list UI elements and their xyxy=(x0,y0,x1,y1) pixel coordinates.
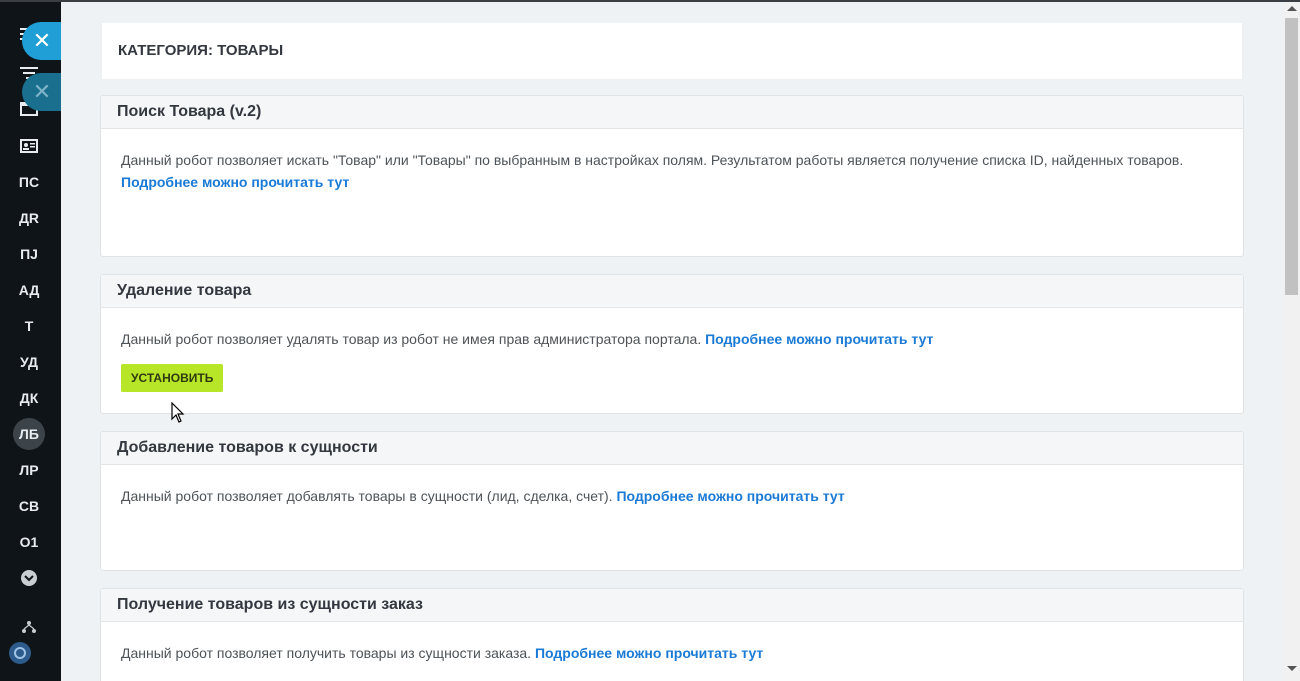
sidebar-item-dk[interactable]: ДК xyxy=(0,390,58,406)
vertical-scrollbar[interactable] xyxy=(1283,2,1300,681)
card-title: Поиск Товара (v.2) xyxy=(101,96,1243,129)
card-text: Данный робот позволяет удалять товар из … xyxy=(121,331,702,347)
card-description: Данный робот позволяет получить товары и… xyxy=(101,622,1243,664)
scroll-up-icon[interactable] xyxy=(1287,6,1297,11)
close-slider-button-secondary[interactable]: ✕ xyxy=(22,73,62,111)
card-title: Получение товаров из сущности заказ xyxy=(101,589,1243,622)
main-content: КАТЕГОРИЯ: ТОВАРЫ Поиск Товара (v.2) Дан… xyxy=(61,2,1283,681)
card-description: Данный робот позволяет удалять товар из … xyxy=(101,308,1243,392)
card-title: Удаление товара xyxy=(101,275,1243,308)
sidebar-item-o1[interactable]: О1 xyxy=(0,534,58,550)
sidebar-item-dr[interactable]: ДR xyxy=(0,210,58,226)
sidebar-item-lb[interactable]: ЛБ xyxy=(13,418,45,450)
sidebar-item-pj[interactable]: ПJ xyxy=(0,246,58,262)
sidebar-item-ud[interactable]: УД xyxy=(0,354,58,370)
mouse-cursor-icon xyxy=(171,402,185,423)
logo-icon xyxy=(9,642,31,664)
sidebar-item-ps[interactable]: ПС xyxy=(0,174,58,190)
robot-card-get-order-products: Получение товаров из сущности заказ Данн… xyxy=(100,588,1244,681)
read-more-link[interactable]: Подробнее можно прочитать тут xyxy=(616,488,844,504)
scrollbar-thumb[interactable] xyxy=(1285,18,1298,295)
robot-card-product-search: Поиск Товара (v.2) Данный робот позволяе… xyxy=(100,95,1244,257)
scroll-down-icon[interactable] xyxy=(1287,666,1297,671)
card-text: Данный робот позволяет получить товары и… xyxy=(121,645,532,661)
close-slider-button[interactable]: ✕ xyxy=(22,22,62,60)
card-text: Данный робот позволяет искать "Товар" ил… xyxy=(121,152,1184,168)
window-top-border xyxy=(0,0,1300,2)
robot-card-add-products: Добавление товаров к сущности Данный роб… xyxy=(100,431,1244,571)
read-more-link[interactable]: Подробнее можно прочитать тут xyxy=(535,645,763,661)
read-more-link[interactable]: Подробнее можно прочитать тут xyxy=(121,174,349,190)
sidebar-item-sv[interactable]: СВ xyxy=(0,498,58,514)
install-button[interactable]: УСТАНОВИТЬ xyxy=(121,364,224,392)
read-more-link[interactable]: Подробнее можно прочитать тут xyxy=(705,331,933,347)
sidebar-item-lr[interactable]: ЛР xyxy=(0,462,58,478)
sidebar-item-ad[interactable]: АД xyxy=(0,282,58,298)
sidebar-item-t[interactable]: Т xyxy=(0,318,58,334)
card-title: Добавление товаров к сущности xyxy=(101,432,1243,465)
card-description: Данный робот позволяет добавлять товары … xyxy=(101,465,1243,507)
category-title: КАТЕГОРИЯ: ТОВАРЫ xyxy=(102,23,1242,79)
card-text: Данный робот позволяет добавлять товары … xyxy=(121,488,613,504)
card-description: Данный робот позволяет искать "Товар" ил… xyxy=(101,129,1243,193)
robot-card-product-delete: Удаление товара Данный робот позволяет у… xyxy=(100,274,1244,414)
org-structure-icon[interactable] xyxy=(20,620,38,634)
contact-card-icon[interactable] xyxy=(20,139,38,153)
expand-down-icon[interactable] xyxy=(21,570,37,586)
